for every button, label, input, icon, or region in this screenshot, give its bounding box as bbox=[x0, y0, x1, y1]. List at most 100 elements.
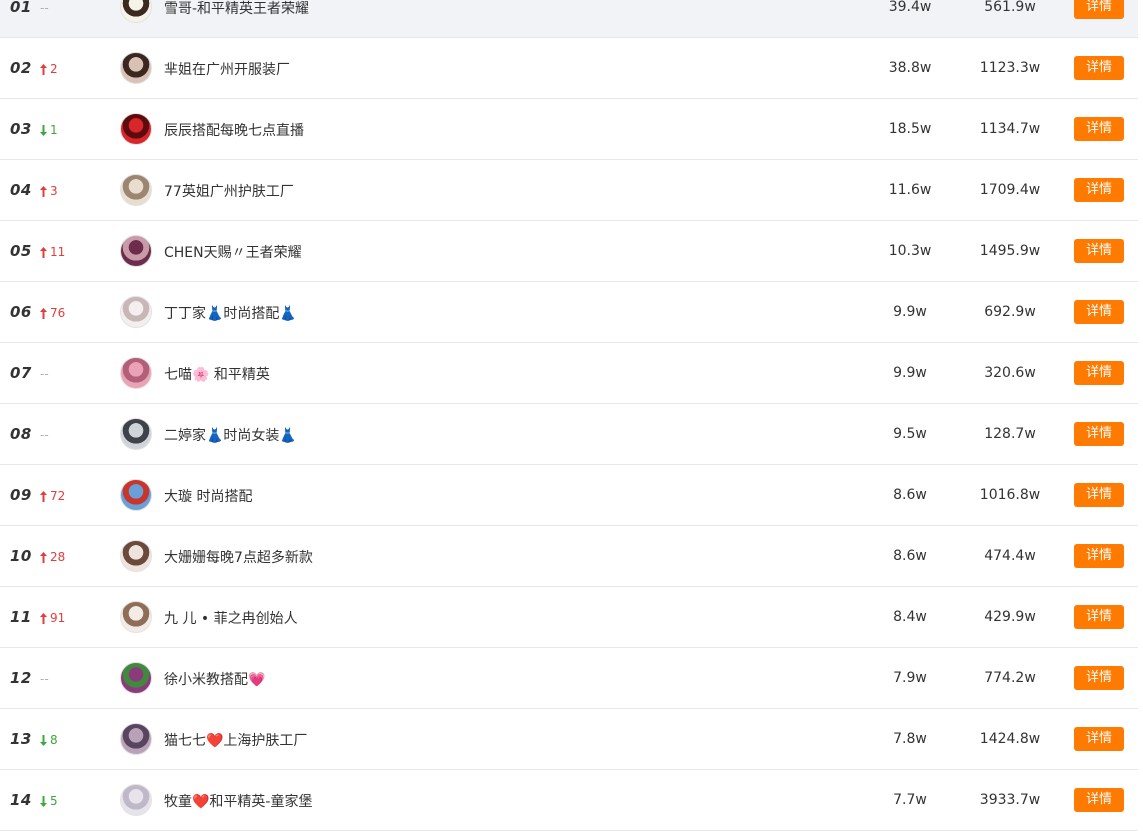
avatar[interactable] bbox=[120, 479, 152, 511]
details-button[interactable]: 详情 bbox=[1074, 666, 1124, 690]
details-button[interactable]: 详情 bbox=[1074, 727, 1124, 751]
details-button[interactable]: 详情 bbox=[1074, 605, 1124, 629]
rank-number: 06 bbox=[10, 303, 32, 321]
details-button[interactable]: 详情 bbox=[1074, 300, 1124, 324]
arrow-up-icon bbox=[40, 551, 47, 563]
streamer-name[interactable]: 七喵🌸 和平精英 bbox=[164, 364, 270, 384]
fans-value: 18.5w bbox=[888, 121, 932, 137]
total-value: 1016.8w bbox=[979, 487, 1041, 503]
streamer-name[interactable]: 九 儿 • 菲之冉创始人 bbox=[164, 608, 298, 628]
arrow-down-icon bbox=[40, 795, 47, 807]
fans-value: 9.9w bbox=[893, 304, 927, 320]
streamer-name[interactable]: 大姗姗每晚7点超多新款 bbox=[164, 547, 313, 567]
avatar[interactable] bbox=[120, 601, 152, 633]
arrow-down-icon bbox=[40, 734, 47, 746]
streamer-name[interactable]: 徐小米教搭配💗 bbox=[164, 669, 265, 689]
avatar[interactable] bbox=[120, 540, 152, 572]
total-value: 1123.3w bbox=[979, 60, 1041, 76]
fans-value: 7.8w bbox=[893, 731, 927, 747]
table-row: 03 1 辰辰搭配每晚七点直播 18.5w 1134.7w 详情 bbox=[0, 99, 1138, 160]
rank-change: 3 bbox=[40, 184, 58, 198]
table-row: 01 -- 雪哥-和平精英王者荣耀 39.4w 561.9w 详情 bbox=[0, 0, 1138, 38]
rank-number: 09 bbox=[10, 486, 32, 504]
streamer-name[interactable]: 丁丁家👗时尚搭配👗 bbox=[164, 303, 297, 323]
details-button[interactable]: 详情 bbox=[1074, 0, 1124, 19]
total-value: 474.4w bbox=[984, 548, 1036, 564]
streamer-name[interactable]: CHEN天赐〃王者荣耀 bbox=[164, 242, 302, 262]
avatar[interactable] bbox=[120, 357, 152, 389]
details-button[interactable]: 详情 bbox=[1074, 239, 1124, 263]
streamer-name[interactable]: 辰辰搭配每晚七点直播 bbox=[164, 120, 304, 140]
streamer-name[interactable]: 芈姐在广州开服装厂 bbox=[164, 59, 290, 79]
rank-change-value: 11 bbox=[50, 245, 66, 259]
avatar[interactable] bbox=[120, 113, 152, 145]
total-value: 561.9w bbox=[984, 0, 1036, 15]
fans-value: 38.8w bbox=[888, 60, 932, 76]
table-row: 09 72 大璇 时尚搭配 8.6w 1016.8w 详情 bbox=[0, 465, 1138, 526]
avatar[interactable] bbox=[120, 296, 152, 328]
details-button[interactable]: 详情 bbox=[1074, 361, 1124, 385]
rank-change: 5 bbox=[40, 794, 58, 808]
avatar[interactable] bbox=[120, 52, 152, 84]
details-button[interactable]: 详情 bbox=[1074, 544, 1124, 568]
rank-change-value: -- bbox=[40, 428, 49, 442]
total-value: 692.9w bbox=[984, 304, 1036, 320]
total-value: 1495.9w bbox=[979, 243, 1041, 259]
rank-change: 72 bbox=[40, 489, 65, 503]
avatar[interactable] bbox=[120, 0, 152, 23]
rank-change-value: -- bbox=[40, 1, 49, 15]
avatar[interactable] bbox=[120, 662, 152, 694]
streamer-name[interactable]: 大璇 时尚搭配 bbox=[164, 486, 252, 506]
total-value: 429.9w bbox=[984, 609, 1036, 625]
rank-change: 91 bbox=[40, 611, 65, 625]
fans-value: 9.5w bbox=[893, 426, 927, 442]
rank-change-value: -- bbox=[40, 672, 49, 686]
details-button[interactable]: 详情 bbox=[1074, 788, 1124, 812]
rank-change: -- bbox=[40, 1, 49, 15]
arrow-up-icon bbox=[40, 63, 47, 75]
rank-number: 03 bbox=[10, 120, 32, 138]
avatar[interactable] bbox=[120, 723, 152, 755]
total-value: 320.6w bbox=[984, 365, 1036, 381]
streamer-name[interactable]: 77英姐广州护肤工厂 bbox=[164, 181, 294, 201]
streamer-name[interactable]: 牧童❤️和平精英-童家堡 bbox=[164, 791, 312, 811]
details-button[interactable]: 详情 bbox=[1074, 56, 1124, 80]
rank-number: 01 bbox=[10, 0, 32, 16]
streamer-name[interactable]: 猫七七❤️上海护肤工厂 bbox=[164, 730, 307, 750]
avatar[interactable] bbox=[120, 235, 152, 267]
details-button[interactable]: 详情 bbox=[1074, 117, 1124, 141]
rank-number: 08 bbox=[10, 425, 32, 443]
table-row: 13 8 猫七七❤️上海护肤工厂 7.8w 1424.8w 详情 bbox=[0, 709, 1138, 770]
table-row: 07 -- 七喵🌸 和平精英 9.9w 320.6w 详情 bbox=[0, 343, 1138, 404]
arrow-up-icon bbox=[40, 246, 47, 258]
rank-number: 02 bbox=[10, 59, 32, 77]
rank-change-value: 1 bbox=[50, 123, 58, 137]
fans-value: 9.9w bbox=[893, 365, 927, 381]
arrow-up-icon bbox=[40, 307, 47, 319]
rank-change-value: 91 bbox=[50, 611, 66, 625]
streamer-name[interactable]: 二婷家👗时尚女装👗 bbox=[164, 425, 297, 445]
rank-change: -- bbox=[40, 428, 49, 442]
table-row: 11 91 九 儿 • 菲之冉创始人 8.4w 429.9w 详情 bbox=[0, 587, 1138, 648]
rank-number: 04 bbox=[10, 181, 32, 199]
arrow-up-icon bbox=[40, 612, 47, 624]
arrow-up-icon bbox=[40, 490, 47, 502]
fans-value: 10.3w bbox=[888, 243, 932, 259]
avatar[interactable] bbox=[120, 784, 152, 816]
total-value: 1709.4w bbox=[979, 182, 1041, 198]
rank-change: -- bbox=[40, 367, 49, 381]
avatar[interactable] bbox=[120, 418, 152, 450]
rank-change: 76 bbox=[40, 306, 65, 320]
streamer-name[interactable]: 雪哥-和平精英王者荣耀 bbox=[164, 0, 309, 18]
details-button[interactable]: 详情 bbox=[1074, 422, 1124, 446]
details-button[interactable]: 详情 bbox=[1074, 483, 1124, 507]
details-button[interactable]: 详情 bbox=[1074, 178, 1124, 202]
total-value: 1424.8w bbox=[979, 731, 1041, 747]
rank-number: 12 bbox=[10, 669, 32, 687]
fans-value: 11.6w bbox=[888, 182, 932, 198]
avatar[interactable] bbox=[120, 174, 152, 206]
fans-value: 7.7w bbox=[893, 792, 927, 808]
rank-change-value: 8 bbox=[50, 733, 58, 747]
total-value: 774.2w bbox=[984, 670, 1036, 686]
total-value: 1134.7w bbox=[979, 121, 1041, 137]
